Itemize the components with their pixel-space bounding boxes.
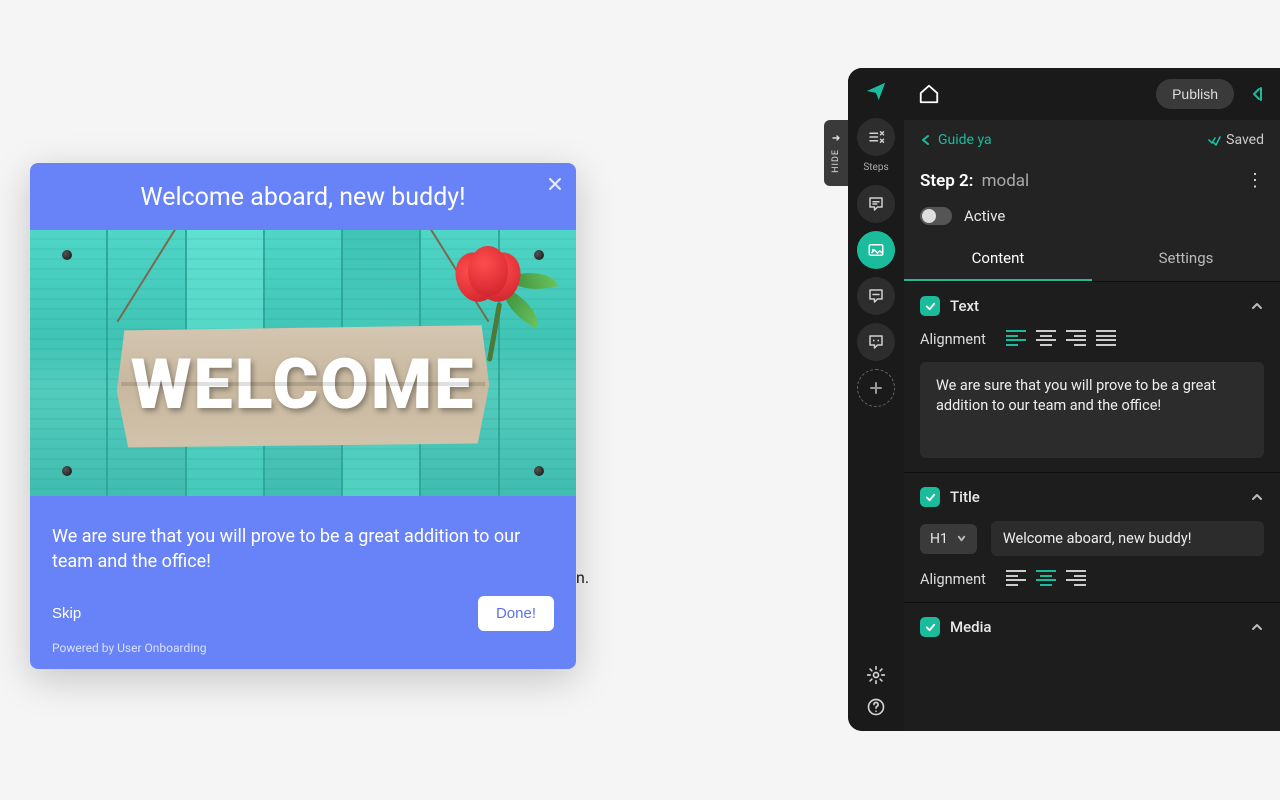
settings-icon[interactable] — [866, 665, 886, 685]
background-text-fragment: n. — [576, 568, 589, 587]
text-content-input[interactable]: We are sure that you will prove to be a … — [920, 362, 1264, 458]
title-input[interactable]: Welcome aboard, new buddy! — [991, 521, 1264, 556]
heading-level-select[interactable]: H1 — [920, 524, 977, 554]
editor-subheader: Guide ya Saved — [904, 120, 1280, 160]
saved-label: Saved — [1226, 132, 1264, 148]
hide-label: HIDE — [831, 149, 841, 173]
modal-body-text: We are sure that you will prove to be a … — [30, 496, 576, 582]
media-enabled-checkbox[interactable] — [920, 617, 940, 637]
title-align-left-button[interactable] — [1006, 570, 1026, 588]
tab-settings[interactable]: Settings — [1092, 237, 1280, 281]
publish-button[interactable]: Publish — [1156, 79, 1234, 109]
chevron-down-icon — [956, 533, 967, 544]
tab-content[interactable]: Content — [904, 237, 1092, 281]
align-justify-button[interactable] — [1096, 330, 1116, 348]
modal-title: Welcome aboard, new buddy! — [30, 163, 576, 230]
skip-button[interactable]: Skip — [52, 605, 81, 622]
done-button[interactable]: Done! — [478, 596, 554, 631]
editor-panel: Steps — [848, 68, 1280, 731]
align-center-button[interactable] — [1036, 330, 1056, 348]
back-link-label: Guide ya — [938, 132, 992, 148]
arrow-right-icon — [831, 133, 841, 143]
editor-main: Publish Guide ya Saved Step 2: modal ⋮ — [904, 68, 1280, 731]
title-section-title: Title — [950, 488, 1240, 506]
onboarding-modal: Welcome aboard, new buddy! WELCOME We ar… — [30, 163, 576, 669]
powered-by-label: Powered by User Onboarding — [30, 637, 576, 669]
home-icon[interactable] — [918, 83, 940, 105]
hotspot-step-icon[interactable] — [857, 277, 895, 315]
active-label: Active — [964, 207, 1005, 225]
modal-hero-image: WELCOME — [30, 230, 576, 496]
back-to-guide-link[interactable]: Guide ya — [920, 132, 992, 148]
tooltip-step-icon[interactable] — [857, 185, 895, 223]
title-enabled-checkbox[interactable] — [920, 487, 940, 507]
editor-topbar: Publish — [904, 68, 1280, 120]
chevron-up-icon[interactable] — [1250, 490, 1264, 504]
slideout-step-icon[interactable] — [857, 323, 895, 361]
collapse-panel-icon[interactable] — [1248, 85, 1266, 103]
modal-step-icon[interactable] — [857, 231, 895, 269]
add-step-button[interactable] — [857, 369, 895, 407]
text-enabled-checkbox[interactable] — [920, 296, 940, 316]
media-section-title: Media — [950, 618, 1240, 636]
content-area: Text Alignment We are sure that you will… — [904, 282, 1280, 731]
active-toggle[interactable] — [920, 207, 952, 225]
align-right-button[interactable] — [1066, 330, 1086, 348]
steps-label: Steps — [863, 162, 888, 173]
saved-check-icon — [1207, 133, 1221, 147]
title-align-center-button[interactable] — [1036, 570, 1056, 588]
media-section: Media — [904, 603, 1280, 651]
send-icon[interactable] — [865, 80, 887, 102]
editor-rail: Steps — [848, 68, 904, 731]
title-alignment-label: Alignment — [920, 571, 992, 588]
welcome-sign-text: WELCOME — [131, 344, 476, 426]
hide-panel-tab[interactable]: HIDE — [824, 120, 848, 186]
heading-level-value: H1 — [930, 531, 948, 547]
saved-status: Saved — [1207, 132, 1264, 148]
title-section: Title H1 Welcome aboard, new buddy! Alig… — [904, 473, 1280, 603]
step-menu-icon[interactable]: ⋮ — [1246, 170, 1264, 191]
align-left-button[interactable] — [1006, 330, 1026, 348]
step-kind-label: modal — [982, 171, 1030, 191]
text-section-title: Text — [950, 297, 1240, 315]
chevron-up-icon[interactable] — [1250, 299, 1264, 313]
active-toggle-row: Active — [904, 199, 1280, 237]
step-header: Step 2: modal ⋮ — [904, 160, 1280, 199]
help-icon[interactable] — [866, 697, 886, 717]
close-icon[interactable] — [546, 175, 564, 193]
alignment-label: Alignment — [920, 331, 992, 348]
steps-icon[interactable] — [857, 118, 895, 156]
editor-tabs: Content Settings — [904, 237, 1280, 282]
chevron-up-icon[interactable] — [1250, 620, 1264, 634]
title-align-right-button[interactable] — [1066, 570, 1086, 588]
step-number-label: Step 2: — [920, 171, 973, 191]
text-section: Text Alignment We are sure that you will… — [904, 282, 1280, 473]
